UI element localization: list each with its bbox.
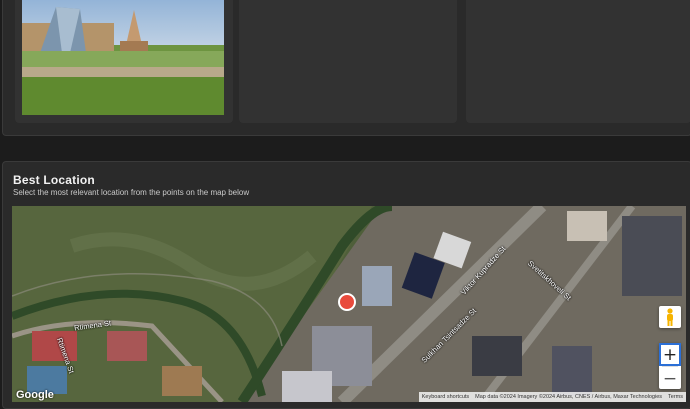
map-attribution: Keyboard shortcuts Map data ©2024 Imager… <box>418 392 686 402</box>
section-title: Best Location <box>13 173 95 187</box>
pegman-icon <box>664 308 676 326</box>
landmark-photo <box>22 0 224 115</box>
zoom-control: + − <box>659 343 681 389</box>
map-data-text: Map data ©2024 Imagery ©2024 Airbus, CNE… <box>475 394 663 400</box>
image-options-panel <box>2 0 690 136</box>
zoom-out-button[interactable]: − <box>659 367 681 390</box>
zoom-in-button[interactable]: + <box>659 343 681 366</box>
image-option-1[interactable] <box>15 0 233 123</box>
satellite-map[interactable]: Rtimena St Viktor Kupradze St Svetitskho… <box>12 206 686 402</box>
street-view-button[interactable] <box>659 306 681 328</box>
image-option-2[interactable] <box>239 0 457 123</box>
terms-link[interactable]: Terms <box>668 394 683 400</box>
google-logo: Google <box>16 389 54 401</box>
section-subtitle: Select the most relevant location from t… <box>13 188 250 197</box>
keyboard-shortcuts-link[interactable]: Keyboard shortcuts <box>422 394 469 400</box>
image-option-3[interactable] <box>466 0 690 123</box>
map-marker-icon[interactable] <box>338 293 356 311</box>
best-location-panel: Best Location Select the most relevant l… <box>2 161 690 409</box>
